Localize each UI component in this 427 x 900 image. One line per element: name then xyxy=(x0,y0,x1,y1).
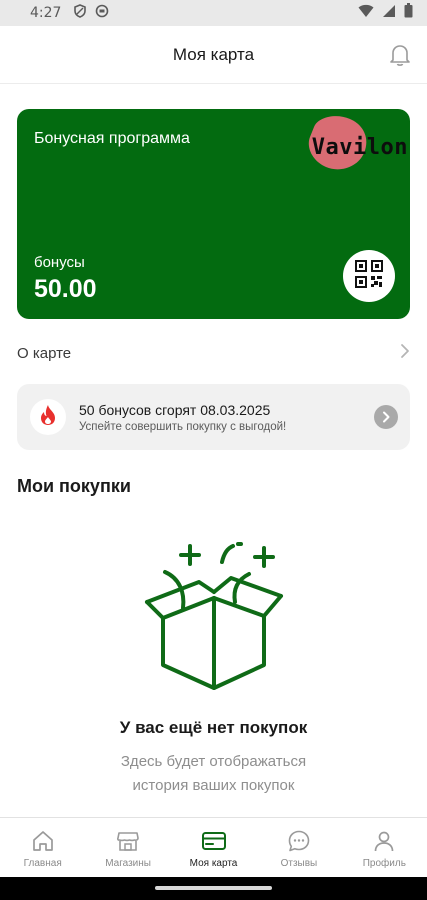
tab-my-card-label: Моя карта xyxy=(189,858,238,869)
profile-icon xyxy=(371,828,397,854)
home-gesture-pill[interactable] xyxy=(155,886,272,890)
expiry-subtitle: Успейте совершить покупку с выгодой! xyxy=(79,420,287,433)
tab-profile[interactable]: Профиль xyxy=(342,818,427,877)
card-icon xyxy=(201,828,227,854)
tab-reviews-label: Отзывы xyxy=(280,858,318,869)
shield-icon xyxy=(73,3,87,23)
brand-logo: Vavilon xyxy=(304,115,410,177)
status-icons-right xyxy=(358,3,413,23)
qr-code-button[interactable] xyxy=(343,250,395,302)
about-card-label: О карте xyxy=(17,344,72,362)
app-header: Моя карта xyxy=(0,26,427,84)
tab-reviews[interactable]: Отзывы xyxy=(256,818,341,877)
signal-icon xyxy=(382,4,396,23)
empty-state-title: У вас ещё нет покупок xyxy=(119,718,308,737)
status-time: 4:27 xyxy=(30,5,62,21)
wifi-icon xyxy=(358,4,374,23)
tab-home[interactable]: Главная xyxy=(0,818,85,877)
flame-badge xyxy=(30,399,66,435)
empty-box-icon xyxy=(141,540,286,695)
bonus-value: 50.00 xyxy=(34,275,97,303)
bonus-card[interactable]: Бонусная программа Vavilon бонусы 50.00 xyxy=(17,109,410,319)
home-icon xyxy=(30,828,56,854)
bell-icon[interactable] xyxy=(387,42,413,68)
empty-description-line1: Здесь будет отображаться xyxy=(120,753,307,770)
tab-home-label: Главная xyxy=(23,858,62,869)
circle-app-icon xyxy=(95,4,109,23)
flame-icon xyxy=(39,404,57,431)
logo-text: Vavilon xyxy=(311,135,408,160)
chevron-right-icon xyxy=(400,343,410,364)
empty-state-description: Здесь будет отображаться история ваших п… xyxy=(0,750,427,798)
card-program-title: Бонусная программа xyxy=(34,130,190,147)
tab-my-card[interactable]: Моя карта xyxy=(171,818,256,877)
page-title: Моя карта xyxy=(172,44,255,64)
system-nav-bar xyxy=(0,877,427,900)
empty-description-line2: история ваших покупок xyxy=(132,777,295,794)
expiry-title: 50 бонусов сгорят 08.03.2025 xyxy=(79,401,271,418)
status-bar: 4:27 xyxy=(0,0,427,26)
bonus-expiry-banner[interactable]: 50 бонусов сгорят 08.03.2025 Успейте сов… xyxy=(17,384,410,450)
tab-stores-label: Магазины xyxy=(105,858,151,869)
arrow-right-icon[interactable] xyxy=(374,405,398,429)
chat-bubble-icon xyxy=(286,828,312,854)
expiry-texts: 50 бонусов сгорят 08.03.2025 Успейте сов… xyxy=(79,402,286,433)
tab-profile-label: Профиль xyxy=(362,858,406,869)
bottom-tab-bar: Главная Магазины Моя карта Отзывы Профил… xyxy=(0,817,427,877)
battery-icon xyxy=(404,3,413,23)
status-icons-left xyxy=(73,3,109,23)
about-card-row[interactable]: О карте xyxy=(17,335,410,371)
bonus-label: бонусы xyxy=(34,254,85,271)
qr-code-icon xyxy=(355,259,383,293)
store-icon xyxy=(115,828,141,854)
purchases-section-title: Мои покупки xyxy=(17,476,131,496)
tab-stores[interactable]: Магазины xyxy=(85,818,170,877)
